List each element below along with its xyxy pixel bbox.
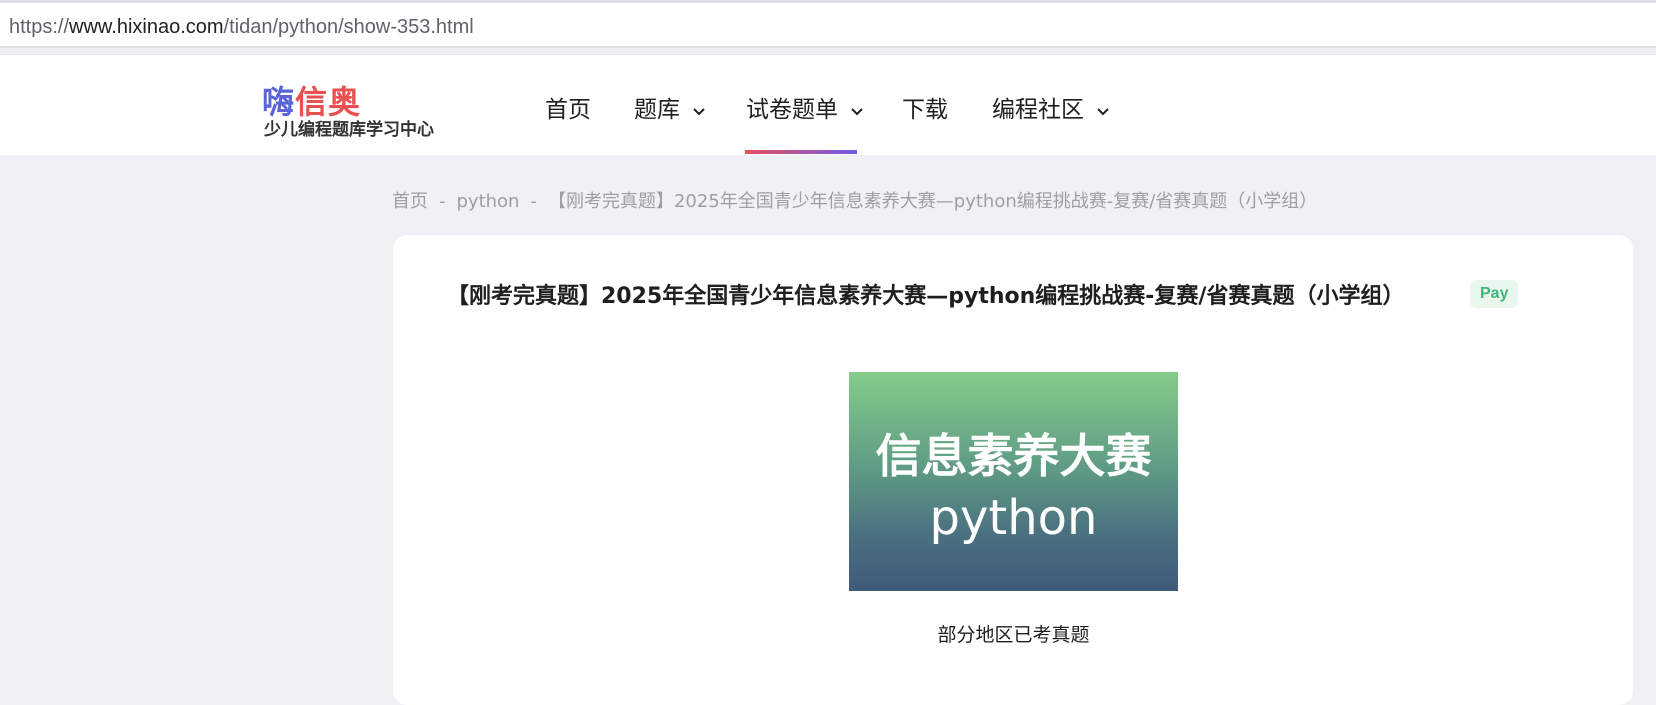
nav-community-label: 编程社区 — [992, 97, 1084, 123]
chevron-down-icon — [693, 107, 706, 115]
nav-download[interactable]: 下载 — [902, 90, 948, 124]
site-header: 嗨信奥 少儿编程题库学习中心 首页 题库 试卷题单 下载 编程社区 — [0, 54, 1656, 155]
nav-download-label: 下载 — [902, 97, 948, 123]
url-scheme: https:// — [9, 16, 70, 38]
logo-subtitle: 少儿编程题库学习中心 — [264, 120, 434, 140]
cover-subtitle: python — [929, 490, 1098, 546]
chevron-down-icon — [1097, 107, 1110, 115]
nav-question-bank[interactable]: 题库 — [634, 90, 707, 124]
nav-question-bank-label: 题库 — [634, 97, 680, 123]
url-path: /tidan/python/show-353.html — [223, 16, 474, 38]
active-nav-indicator — [745, 150, 857, 154]
address-bar[interactable]: https://www.hixinao.com/tidan/python/sho… — [0, 0, 1656, 48]
breadcrumb-home[interactable]: 首页 — [392, 191, 428, 212]
breadcrumb-separator: - — [530, 191, 537, 212]
breadcrumb-category[interactable]: python — [457, 191, 520, 212]
article-card: 【刚考完真题】2025年全国青少年信息素养大赛—python编程挑战赛-复赛/省… — [393, 235, 1633, 705]
cover-title: 信息素养大赛 — [875, 429, 1152, 483]
breadcrumb-separator: - — [439, 191, 446, 212]
url-host: www.hixinao.com — [69, 16, 224, 38]
cover-image: 信息素养大赛 python — [849, 372, 1178, 591]
nav-home-label: 首页 — [545, 97, 591, 123]
url-text[interactable]: https://www.hixinao.com/tidan/python/sho… — [9, 16, 474, 39]
nav-exam-list[interactable]: 试卷题单 — [746, 90, 865, 124]
pay-badge: Pay — [1470, 280, 1519, 308]
nav-home[interactable]: 首页 — [545, 90, 591, 124]
breadcrumb-current: 【刚考完真题】2025年全国青少年信息素养大赛—python编程挑战赛-复赛/省… — [547, 191, 1318, 212]
nav-community[interactable]: 编程社区 — [992, 90, 1111, 124]
chevron-down-icon — [851, 107, 864, 115]
site-logo[interactable]: 嗨信奥 少儿编程题库学习中心 — [262, 77, 462, 140]
cover-caption: 部分地区已考真题 — [937, 624, 1090, 646]
breadcrumb: 首页 - python - 【刚考完真题】2025年全国青少年信息素养大赛—python… — [392, 187, 1317, 213]
page-title: 【刚考完真题】2025年全国青少年信息素养大赛—python编程挑战赛-复赛/省… — [447, 284, 1405, 309]
nav-exam-list-label: 试卷题单 — [746, 97, 838, 123]
